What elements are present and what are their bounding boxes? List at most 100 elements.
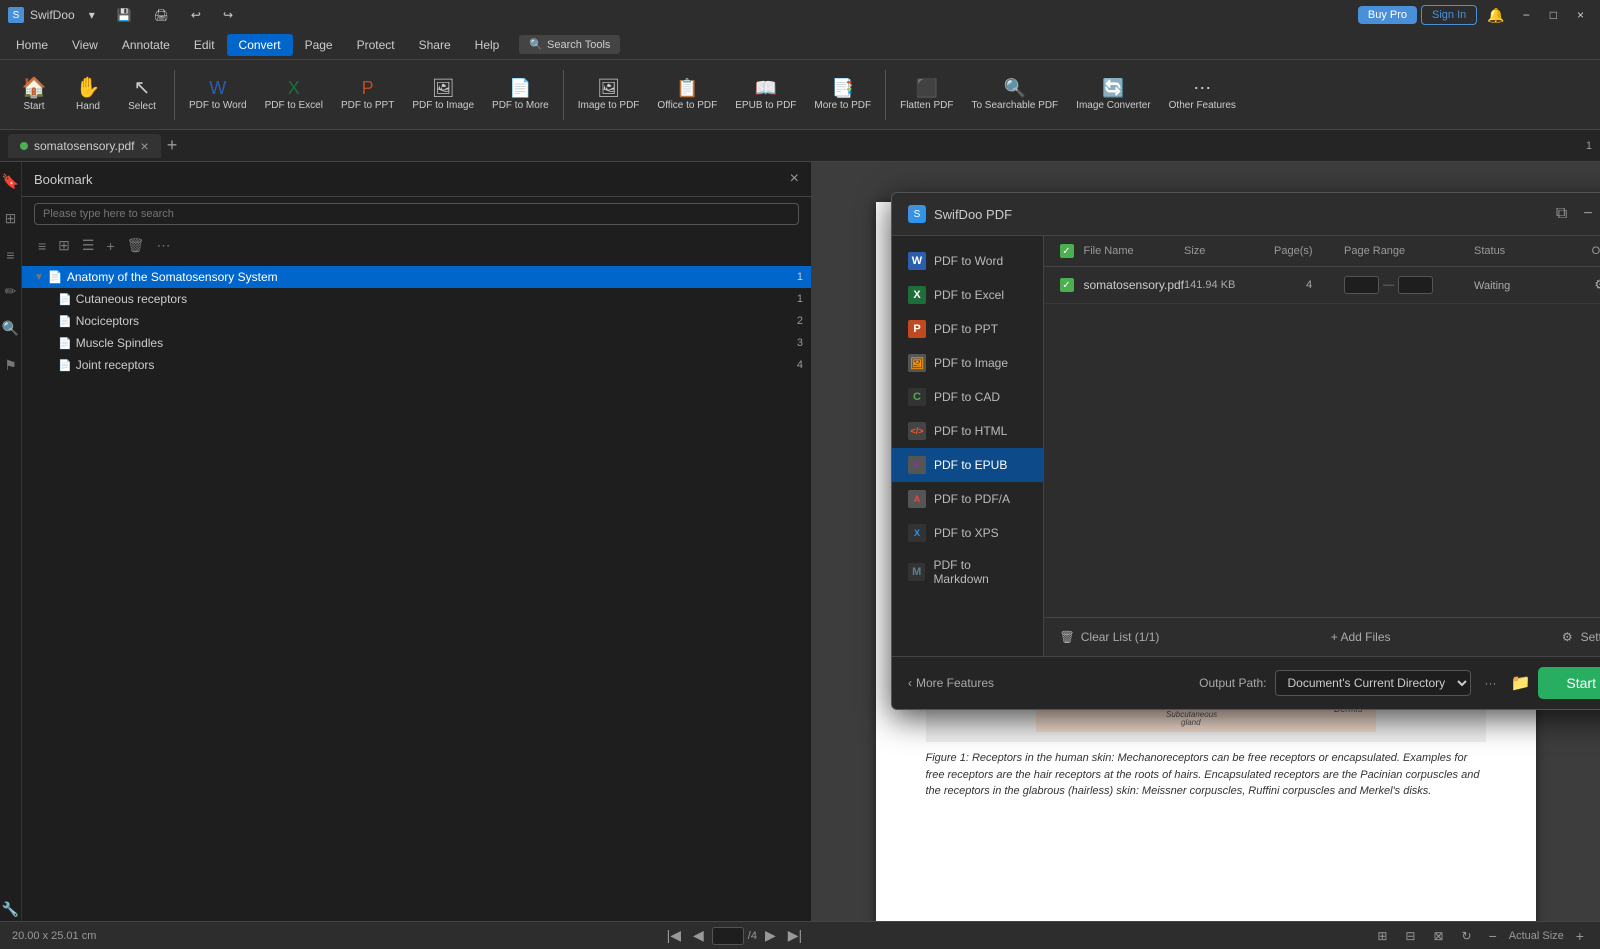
conv-item-pdf-to-word[interactable]: W PDF to Word bbox=[892, 244, 1043, 278]
menu-page[interactable]: Page bbox=[293, 34, 345, 56]
zoom-in-button[interactable]: + bbox=[1572, 926, 1588, 946]
save-btn[interactable]: 💾 bbox=[109, 4, 140, 26]
new-tab-button[interactable]: + bbox=[161, 135, 184, 156]
conv-item-pdf-to-html[interactable]: </> PDF to HTML bbox=[892, 414, 1043, 448]
conv-item-pdf-to-markdown[interactable]: M PDF to Markdown bbox=[892, 550, 1043, 594]
epub-to-pdf-button[interactable]: 📖 EPUB to PDF bbox=[727, 73, 804, 117]
conv-item-pdf-to-pdfa[interactable]: A PDF to PDF/A bbox=[892, 482, 1043, 516]
sidebar-search-icon[interactable]: 🔍 bbox=[0, 317, 22, 340]
bookmark-child-0[interactable]: 📄 Cutaneous receptors 1 bbox=[22, 288, 811, 310]
menu-help[interactable]: Help bbox=[463, 34, 512, 56]
search-tools-label: Search Tools bbox=[547, 39, 610, 51]
clear-list-button[interactable]: 🗑 Clear List (1/1) bbox=[1060, 630, 1160, 644]
file-settings-btn[interactable]: ⚙ bbox=[1592, 275, 1600, 295]
pdf-to-more-button[interactable]: 📄 PDF to More bbox=[484, 73, 557, 117]
bookmark-child-2[interactable]: 📄 Muscle Spindles 3 bbox=[22, 332, 811, 354]
image-converter-button[interactable]: 🔄 Image Converter bbox=[1068, 73, 1158, 117]
flatten-pdf-button[interactable]: ⬛ Flatten PDF bbox=[892, 73, 961, 117]
conv-item-pdf-to-cad[interactable]: C PDF to CAD bbox=[892, 380, 1043, 414]
more-features-button[interactable]: ‹ More Features bbox=[908, 676, 994, 690]
bm-more[interactable]: ⋯ bbox=[152, 235, 174, 256]
view-mode-1-button[interactable]: ⊞ bbox=[1372, 927, 1392, 945]
conv-item-pdf-to-xps[interactable]: X PDF to XPS bbox=[892, 516, 1043, 550]
menu-share[interactable]: Share bbox=[407, 34, 463, 56]
bookmark-child-1[interactable]: 📄 Nociceptors 2 bbox=[22, 310, 811, 332]
header-checkbox[interactable]: ✓ bbox=[1060, 244, 1074, 258]
view-mode-2-button[interactable]: ⊟ bbox=[1400, 927, 1420, 945]
page-number-input[interactable]: 1 bbox=[712, 927, 744, 945]
maximize-button[interactable]: □ bbox=[1542, 4, 1565, 26]
sign-in-button[interactable]: Sign In bbox=[1421, 5, 1477, 25]
sidebar-tool-icon[interactable]: 🔧 bbox=[0, 898, 22, 921]
bookmark-close-button[interactable]: × bbox=[790, 170, 799, 188]
next-page-button[interactable]: ▶ bbox=[761, 925, 780, 946]
bm-delete[interactable]: 🗑 bbox=[123, 235, 149, 256]
dropdown-btn[interactable]: ▾ bbox=[81, 4, 103, 26]
file-checkbox[interactable]: ✓ bbox=[1060, 278, 1084, 292]
add-files-button[interactable]: + Add Files bbox=[1331, 630, 1391, 644]
bookmark-child-3[interactable]: 📄 Joint receptors 4 bbox=[22, 354, 811, 376]
print-btn[interactable]: 🖨 bbox=[146, 4, 177, 26]
sidebar-thumbnails-icon[interactable]: ⊞ bbox=[2, 207, 20, 230]
close-button[interactable]: × bbox=[1569, 4, 1592, 26]
pdf-to-image-button[interactable]: 🖼 PDF to Image bbox=[404, 73, 482, 117]
undo-btn[interactable]: ↩ bbox=[183, 4, 209, 26]
pdf-to-ppt-button[interactable]: P PDF to PPT bbox=[333, 73, 402, 117]
sidebar-bookmark2-icon[interactable]: ⚑ bbox=[1, 354, 20, 377]
last-page-button[interactable]: ▶| bbox=[784, 925, 806, 946]
image-to-pdf-button[interactable]: 🖼 Image to PDF bbox=[570, 73, 648, 117]
rotate-button[interactable]: ↻ bbox=[1457, 927, 1477, 945]
other-features-button[interactable]: ⋯ Other Features bbox=[1161, 73, 1244, 117]
settings-button[interactable]: ⚙ Settings bbox=[1562, 630, 1600, 644]
bm-collapse-all[interactable]: ≡ bbox=[34, 236, 50, 256]
search-tools-button[interactable]: 🔍 Search Tools bbox=[519, 35, 620, 54]
menu-annotate[interactable]: Annotate bbox=[110, 34, 182, 56]
bookmark-search-input[interactable] bbox=[34, 203, 799, 225]
conv-item-pdf-to-image[interactable]: 🖼 PDF to Image bbox=[892, 346, 1043, 380]
file-status: Waiting bbox=[1474, 278, 1554, 292]
pdf-to-word-button[interactable]: W PDF to Word bbox=[181, 73, 255, 117]
minimize-button[interactable]: − bbox=[1515, 4, 1538, 26]
output-folder-button[interactable]: 📁 bbox=[1511, 673, 1531, 693]
bm-expand-all[interactable]: ⊞ bbox=[54, 235, 74, 256]
document-tab[interactable]: somatosensory.pdf × bbox=[8, 134, 161, 158]
conv-item-pdf-to-ppt[interactable]: P PDF to PPT bbox=[892, 312, 1043, 346]
zoom-out-button[interactable]: − bbox=[1485, 926, 1501, 946]
output-more-button[interactable]: ··· bbox=[1479, 672, 1503, 694]
pdf-to-ppt-label: PDF to PPT bbox=[341, 100, 394, 111]
conv-item-pdf-to-epub[interactable]: E PDF to EPUB bbox=[892, 448, 1043, 482]
page-range-from[interactable]: 1 bbox=[1344, 276, 1379, 294]
sidebar-bookmark-icon[interactable]: 🔖 bbox=[0, 170, 22, 193]
tab-close-button[interactable]: × bbox=[141, 138, 149, 154]
office-to-pdf-button[interactable]: 📋 Office to PDF bbox=[649, 73, 725, 117]
bm-list-view[interactable]: ☰ bbox=[78, 235, 99, 256]
menu-home[interactable]: Home bbox=[4, 34, 60, 56]
dialog-minimize-button[interactable]: − bbox=[1577, 203, 1598, 225]
more-to-pdf-button[interactable]: 📑 More to PDF bbox=[806, 73, 879, 117]
bookmark-group-header-0[interactable]: ▼ 📄 Anatomy of the Somatosensory System … bbox=[22, 266, 811, 288]
hand-tool-button[interactable]: ✋ Hand bbox=[62, 72, 114, 118]
flatten-pdf-label: Flatten PDF bbox=[900, 100, 953, 111]
output-path-select[interactable]: Document's Current Directory bbox=[1275, 670, 1471, 696]
bm-add[interactable]: + bbox=[102, 236, 118, 256]
start-tool-button[interactable]: 🏠 Start bbox=[8, 72, 60, 118]
first-page-button[interactable]: |◀ bbox=[663, 925, 685, 946]
pdf-to-excel-button[interactable]: X PDF to Excel bbox=[257, 73, 331, 117]
select-tool-button[interactable]: ↖ Select bbox=[116, 72, 168, 118]
sidebar-edit-icon[interactable]: ✏ bbox=[2, 280, 20, 303]
conv-item-pdf-to-excel[interactable]: X PDF to Excel bbox=[892, 278, 1043, 312]
buy-pro-button[interactable]: Buy Pro bbox=[1358, 6, 1417, 24]
prev-page-button[interactable]: ◀ bbox=[689, 925, 708, 946]
view-mode-3-button[interactable]: ⊠ bbox=[1428, 927, 1448, 945]
menu-convert[interactable]: Convert bbox=[227, 34, 293, 56]
menu-view[interactable]: View bbox=[60, 34, 110, 56]
sidebar-layers-icon[interactable]: ≡ bbox=[3, 244, 17, 266]
start-conversion-button[interactable]: Start bbox=[1538, 667, 1600, 699]
notification-icon[interactable]: 🔔 bbox=[1481, 7, 1510, 24]
redo-btn[interactable]: ↪ bbox=[215, 4, 241, 26]
menu-edit[interactable]: Edit bbox=[182, 34, 227, 56]
dialog-restore-button[interactable]: ⧉ bbox=[1550, 203, 1573, 225]
page-range-to[interactable]: 4 bbox=[1398, 276, 1433, 294]
to-searchable-pdf-button[interactable]: 🔍 To Searchable PDF bbox=[963, 73, 1066, 117]
menu-protect[interactable]: Protect bbox=[345, 34, 407, 56]
